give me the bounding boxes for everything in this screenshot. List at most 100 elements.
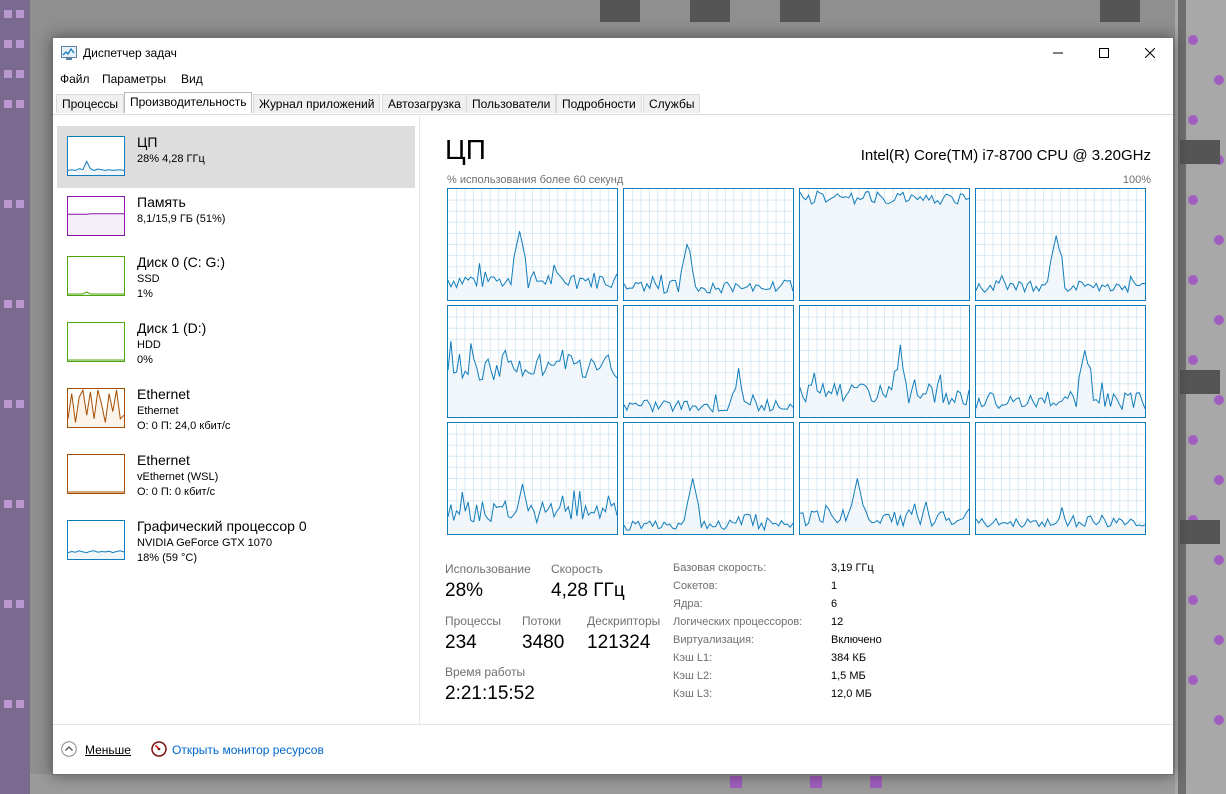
sidebar-item-title: Диск 0 (C: G:) bbox=[137, 254, 225, 270]
menu-view[interactable]: Вид bbox=[181, 72, 203, 86]
menu-file[interactable]: Файл bbox=[60, 72, 90, 86]
sidebar-item-detail-2: 18% (59 °C) bbox=[137, 552, 198, 564]
threads-label: Потоки bbox=[522, 614, 562, 628]
info-label: Сокетов: bbox=[673, 580, 718, 592]
usage-value: 28% bbox=[445, 580, 484, 601]
speed-label: Скорость bbox=[551, 562, 603, 576]
sidebar-item-detail: 8,1/15,9 ГБ (51%) bbox=[137, 213, 226, 225]
info-value: 1,5 МБ bbox=[831, 670, 866, 682]
mini-graph-thumbnail bbox=[67, 454, 125, 494]
sidebar-item-title: Ethernet bbox=[137, 452, 190, 468]
close-button[interactable] bbox=[1127, 38, 1173, 68]
logical-processor-graph bbox=[447, 305, 618, 418]
uptime-value: 2:21:15:52 bbox=[445, 683, 535, 704]
sidebar-item-title: Память bbox=[137, 194, 186, 210]
mini-graph-thumbnail bbox=[67, 136, 125, 176]
info-value: Включено bbox=[831, 634, 882, 646]
logical-processor-graph bbox=[623, 188, 794, 301]
minimize-button[interactable] bbox=[1035, 38, 1081, 68]
logical-processor-graph bbox=[799, 305, 970, 418]
tab-users[interactable]: Пользователи bbox=[466, 94, 557, 113]
info-label: Логических процессоров: bbox=[673, 616, 803, 628]
maximize-button[interactable] bbox=[1081, 38, 1127, 68]
tab-app-history[interactable]: Журнал приложений bbox=[253, 94, 381, 113]
logical-processor-graph bbox=[623, 422, 794, 535]
tab-processes[interactable]: Процессы bbox=[56, 94, 125, 113]
logical-processor-graphs bbox=[447, 188, 1147, 538]
mini-graph-thumbnail bbox=[67, 520, 125, 560]
title-bar: Диспетчер задач bbox=[53, 38, 1173, 68]
info-label: Ядра: bbox=[673, 598, 703, 610]
open-resource-monitor-link[interactable]: Открыть монитор ресурсов bbox=[172, 743, 324, 757]
mini-graph-thumbnail bbox=[67, 388, 125, 428]
menu-options[interactable]: Параметры bbox=[102, 72, 166, 86]
tab-services[interactable]: Службы bbox=[643, 94, 701, 113]
sidebar-item-title: Графический процессор 0 bbox=[137, 518, 307, 534]
sidebar-item-detail-2: 1% bbox=[137, 288, 153, 300]
sidebar-item-ethernet[interactable]: Ethernet Ethernet О: 0 П: 24,0 кбит/с bbox=[57, 378, 415, 440]
info-value: 384 КБ bbox=[831, 652, 867, 664]
logical-processor-graph bbox=[623, 305, 794, 418]
info-label: Кэш L1: bbox=[673, 652, 713, 664]
bottom-bar: Меньше Открыть монитор ресурсов bbox=[53, 724, 1173, 775]
processes-label: Процессы bbox=[445, 614, 502, 628]
uptime-label: Время работы bbox=[445, 665, 526, 679]
info-value: 6 bbox=[831, 598, 838, 610]
sidebar-item-disk-1[interactable]: Диск 1 (D:) HDD 0% bbox=[57, 312, 415, 374]
sidebar-item-detail: Ethernet bbox=[137, 405, 179, 417]
logical-processor-graph bbox=[447, 188, 618, 301]
sidebar-item-detail: HDD bbox=[137, 339, 161, 351]
cpu-detail-pane: ЦП Intel(R) Core(TM) i7-8700 CPU @ 3.20G… bbox=[445, 114, 1151, 724]
tab-details[interactable]: Подробности bbox=[556, 94, 642, 113]
fewer-details-link[interactable]: Меньше bbox=[85, 743, 131, 757]
minimize-icon bbox=[1053, 52, 1063, 54]
sidebar-item-memory[interactable]: Память 8,1/15,9 ГБ (51%) bbox=[57, 186, 415, 248]
sidebar-item-ethernet-wsl[interactable]: Ethernet vEthernet (WSL) О: 0 П: 0 кбит/с bbox=[57, 444, 415, 506]
tab-startup[interactable]: Автозагрузка bbox=[382, 94, 467, 113]
logical-processor-graph bbox=[975, 188, 1146, 301]
info-value: 12 bbox=[831, 616, 844, 628]
sidebar-item-title: Ethernet bbox=[137, 386, 190, 402]
sidebar-item-detail-2: О: 0 П: 24,0 кбит/с bbox=[137, 420, 231, 432]
graph-max-label: 100% bbox=[1122, 174, 1151, 186]
threads-value: 3480 bbox=[522, 632, 565, 653]
tab-performance[interactable]: Производительность bbox=[124, 92, 253, 113]
handles-value: 121324 bbox=[587, 632, 651, 653]
info-value: 12,0 МБ bbox=[831, 688, 872, 700]
performance-content: ЦП 28% 4,28 ГГц Память 8,1/15,9 ГБ (51%) Дис… bbox=[53, 114, 1173, 724]
usage-label: Использование bbox=[445, 562, 531, 576]
sidebar-item-detail: SSD bbox=[137, 273, 160, 285]
sidebar-item-cpu[interactable]: ЦП 28% 4,28 ГГц bbox=[57, 126, 415, 188]
resource-monitor-icon[interactable] bbox=[151, 741, 167, 757]
chevron-up-circle-icon[interactable] bbox=[61, 741, 77, 757]
sidebar-item-disk-0[interactable]: Диск 0 (C: G:) SSD 1% bbox=[57, 246, 415, 308]
pane-splitter[interactable] bbox=[419, 114, 420, 724]
task-manager-app-icon bbox=[61, 46, 77, 60]
task-manager-window: Диспетчер задач Файл Параметры Вид Проце… bbox=[52, 37, 1174, 775]
logical-processor-graph bbox=[975, 305, 1146, 418]
info-label: Кэш L3: bbox=[673, 688, 713, 700]
logical-processor-graph bbox=[447, 422, 618, 535]
close-icon bbox=[1145, 48, 1155, 58]
sidebar-item-detail: NVIDIA GeForce GTX 1070 bbox=[137, 537, 273, 549]
sidebar-item-gpu-0[interactable]: Графический процессор 0 NVIDIA GeForce GT… bbox=[57, 510, 415, 572]
info-value: 3,19 ГГц bbox=[831, 562, 874, 574]
mini-graph-thumbnail bbox=[67, 322, 125, 362]
sidebar-item-title: Диск 1 (D:) bbox=[137, 320, 207, 336]
info-label: Кэш L2: bbox=[673, 670, 713, 682]
cpu-model-name: Intel(R) Core(TM) i7-8700 CPU @ 3.20GHz bbox=[860, 147, 1151, 164]
sidebar-item-detail-2: О: 0 П: 0 кбит/с bbox=[137, 486, 216, 498]
tab-bar: Процессы Производительность Журнал прило… bbox=[53, 92, 1173, 115]
window-title: Диспетчер задач bbox=[83, 46, 177, 60]
sidebar-item-detail: 28% 4,28 ГГц bbox=[137, 153, 205, 165]
info-label: Виртуализация: bbox=[673, 634, 755, 646]
sidebar-item-title: ЦП bbox=[137, 134, 158, 150]
page-title: ЦП bbox=[445, 134, 486, 165]
speed-value: 4,28 ГГц bbox=[551, 580, 625, 601]
resource-sidebar: ЦП 28% 4,28 ГГц Память 8,1/15,9 ГБ (51%) Дис… bbox=[53, 114, 419, 724]
sidebar-item-detail-2: 0% bbox=[137, 354, 153, 366]
logical-processor-graph bbox=[975, 422, 1146, 535]
logical-processor-graph bbox=[799, 422, 970, 535]
mini-graph-thumbnail bbox=[67, 256, 125, 296]
info-value: 1 bbox=[831, 580, 838, 592]
